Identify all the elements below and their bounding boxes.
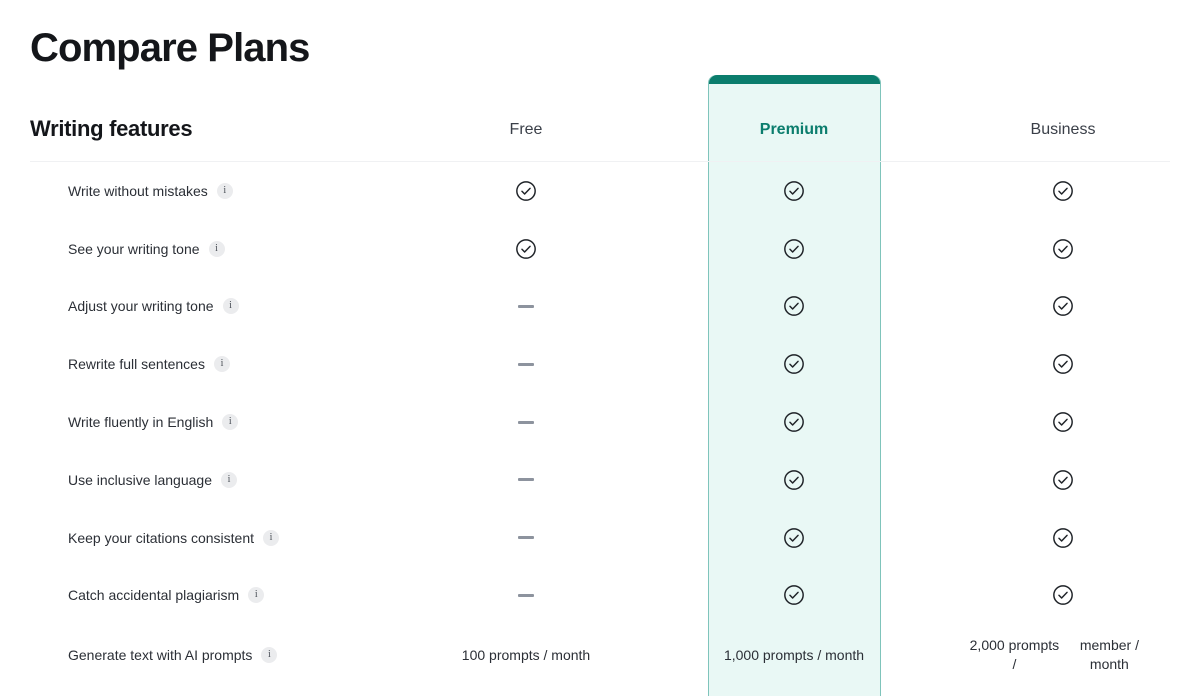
info-icon[interactable]: i <box>222 414 239 431</box>
info-icon[interactable]: i <box>213 356 230 373</box>
info-icon[interactable]: i <box>222 298 239 315</box>
info-icon[interactable]: i <box>248 587 265 604</box>
page-title: Compare Plans <box>30 26 310 70</box>
feature-label-text: Use inclusive language <box>68 471 212 488</box>
feature-row: Write fluently in English i <box>30 393 1170 451</box>
compare-plans-page: Compare Plans Writing features Free Prem… <box>0 0 1200 696</box>
check-circle-icon <box>968 451 1158 509</box>
check-circle-icon <box>968 220 1158 278</box>
check-circle-icon <box>699 393 889 451</box>
plan-header-premium: Premium <box>759 121 829 138</box>
dash-icon <box>431 393 621 451</box>
check-circle-icon <box>699 509 889 567</box>
feature-label-text: See your writing tone <box>68 240 200 257</box>
feature-label-text: Rewrite full sentences <box>68 356 205 373</box>
check-circle-icon <box>431 220 621 278</box>
plan-header-business: Business <box>1030 121 1096 138</box>
feature-label: Catch accidental plagiarism i <box>68 567 265 625</box>
feature-label: Keep your citations consistent i <box>68 509 279 567</box>
check-circle-icon <box>699 567 889 625</box>
feature-label-text: Generate text with AI prompts <box>68 647 253 664</box>
check-circle-icon <box>431 162 621 220</box>
feature-row: See your writing tone i <box>30 220 1170 278</box>
dash-glyph <box>518 420 534 424</box>
feature-label: Write fluently in English i <box>68 393 239 451</box>
dash-icon <box>431 335 621 393</box>
info-icon[interactable]: i <box>263 529 279 546</box>
feature-label: Write without mistakes i <box>68 162 233 220</box>
plan-header-free: Free <box>509 121 543 138</box>
check-circle-icon <box>699 451 889 509</box>
feature-value-text: 2,000 prompts / member / month <box>968 624 1158 686</box>
check-circle-icon <box>968 278 1158 336</box>
feature-row: Adjust your writing tone i <box>30 278 1170 336</box>
premium-column-accent-bar <box>709 75 880 84</box>
check-circle-icon <box>968 567 1158 625</box>
feature-row: Keep your citations consistent i <box>30 509 1170 567</box>
dash-glyph <box>518 362 534 366</box>
feature-value-text: 1,000 prompts / month <box>699 624 889 686</box>
dash-icon <box>431 509 621 567</box>
check-circle-icon <box>699 335 889 393</box>
feature-label-text: Write fluently in English <box>68 414 214 431</box>
feature-label-text: Keep your citations consistent <box>68 529 254 546</box>
info-icon[interactable]: i <box>216 182 233 199</box>
dash-glyph <box>518 536 534 540</box>
feature-label-text: Write without mistakes <box>68 182 208 199</box>
dash-glyph <box>518 478 534 482</box>
feature-label: Adjust your writing tone i <box>68 278 239 336</box>
feature-label: Use inclusive language i <box>68 451 237 509</box>
feature-value-line: 2,000 prompts / <box>969 637 1060 673</box>
dash-glyph <box>518 593 534 597</box>
feature-label: Rewrite full sentences i <box>68 335 230 393</box>
feature-value-line: 100 prompts / month <box>461 646 591 663</box>
check-circle-icon <box>968 393 1158 451</box>
feature-row: Rewrite full sentences i <box>30 335 1170 393</box>
dash-icon <box>431 567 621 625</box>
check-circle-icon <box>968 335 1158 393</box>
feature-row: Use inclusive language i <box>30 451 1170 509</box>
feature-row: Generate text with AI prompts i 100 prompt… <box>30 624 1170 686</box>
check-circle-icon <box>968 509 1158 567</box>
feature-value-line: member / month <box>1079 637 1139 673</box>
feature-label: See your writing tone i <box>68 220 225 278</box>
feature-label: Generate text with AI prompts i <box>68 624 278 686</box>
dash-icon <box>431 278 621 336</box>
check-circle-icon <box>699 278 889 336</box>
feature-row: Catch accidental plagiarism i <box>30 567 1170 625</box>
section-heading: Writing features <box>30 116 193 141</box>
feature-label-text: Adjust your writing tone <box>68 298 214 315</box>
check-circle-icon <box>699 220 889 278</box>
info-icon[interactable]: i <box>220 471 237 488</box>
check-circle-icon <box>699 162 889 220</box>
feature-rows: Write without mistakes i See your writing … <box>30 162 1170 686</box>
info-icon[interactable]: i <box>261 647 278 664</box>
dash-glyph <box>518 304 534 308</box>
info-icon[interactable]: i <box>208 240 225 257</box>
dash-icon <box>431 451 621 509</box>
feature-label-text: Catch accidental plagiarism <box>68 587 240 604</box>
check-circle-icon <box>968 162 1158 220</box>
table-header-row: Writing features Free Premium Business <box>30 113 1170 153</box>
feature-row: Write without mistakes i <box>30 162 1170 220</box>
feature-value-text: 100 prompts / month <box>431 624 621 686</box>
feature-value-line: 1,000 prompts / month <box>723 646 865 663</box>
